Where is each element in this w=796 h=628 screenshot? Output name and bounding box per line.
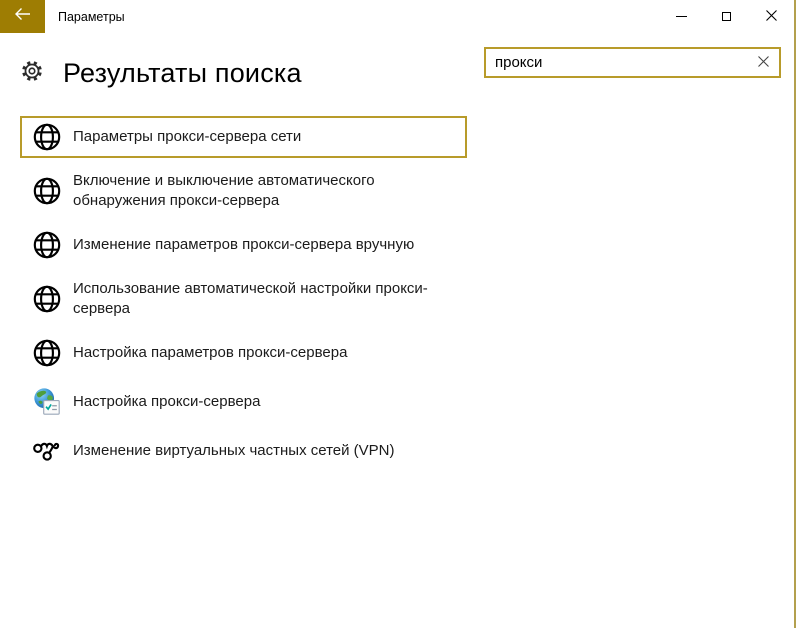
globe-icon: [32, 338, 62, 368]
globe-icon: [32, 230, 62, 260]
search-box: [484, 47, 781, 78]
result-label: Параметры прокси-сервера сети: [73, 128, 302, 145]
result-item-auto-proxy-script[interactable]: Использование автоматической настройки п…: [20, 273, 467, 325]
titlebar: Параметры: [0, 0, 794, 33]
settings-window: Параметры Результаты поиска прокси Парам…: [0, 0, 796, 628]
back-arrow-icon: [14, 7, 31, 26]
close-icon: [766, 8, 777, 26]
close-button[interactable]: [749, 0, 794, 33]
result-label: Использование автоматической настройки п…: [73, 280, 428, 317]
maximize-button[interactable]: [704, 0, 749, 33]
search-input[interactable]: [486, 54, 747, 71]
result-label: Настройка параметров прокси-сервера: [73, 344, 348, 361]
minimize-button[interactable]: [659, 0, 704, 33]
settings-gear-icon: [21, 60, 43, 87]
clear-x-icon: [757, 54, 769, 72]
result-item-vpn-settings[interactable]: Изменение виртуальных частных сетей (VPN…: [20, 430, 467, 472]
vpn-icon: [32, 436, 62, 466]
globe-icon: [32, 176, 62, 206]
result-label: Настройка прокси-сервера: [73, 393, 261, 410]
result-label: Изменение параметров прокси-сервера вруч…: [73, 236, 415, 253]
window-title: Параметры: [58, 9, 125, 24]
page-title: Результаты поиска: [63, 58, 302, 88]
window-controls: [659, 0, 794, 33]
minimize-icon: [676, 16, 687, 17]
result-item-auto-detect-proxy[interactable]: Включение и выключение автоматического о…: [20, 165, 467, 217]
internet-options-icon: [32, 387, 62, 417]
search-clear-button[interactable]: [747, 49, 779, 76]
globe-icon: [32, 122, 62, 152]
globe-icon: [32, 284, 62, 314]
maximize-icon: [722, 12, 731, 21]
result-item-proxy-network-settings[interactable]: Параметры прокси-сервера сети: [20, 116, 467, 158]
result-item-configure-proxy-params[interactable]: Настройка параметров прокси-сервера: [20, 332, 467, 374]
result-item-proxy-setup-classic[interactable]: Настройка прокси-сервера: [20, 381, 467, 423]
result-label: Включение и выключение автоматического о…: [73, 172, 375, 209]
result-label: Изменение виртуальных частных сетей (VPN…: [73, 442, 395, 459]
back-button[interactable]: [0, 0, 45, 33]
search-results-list: Параметры прокси-сервера сети Включение …: [20, 116, 467, 472]
result-item-manual-proxy-setup[interactable]: Изменение параметров прокси-сервера вруч…: [20, 224, 467, 266]
